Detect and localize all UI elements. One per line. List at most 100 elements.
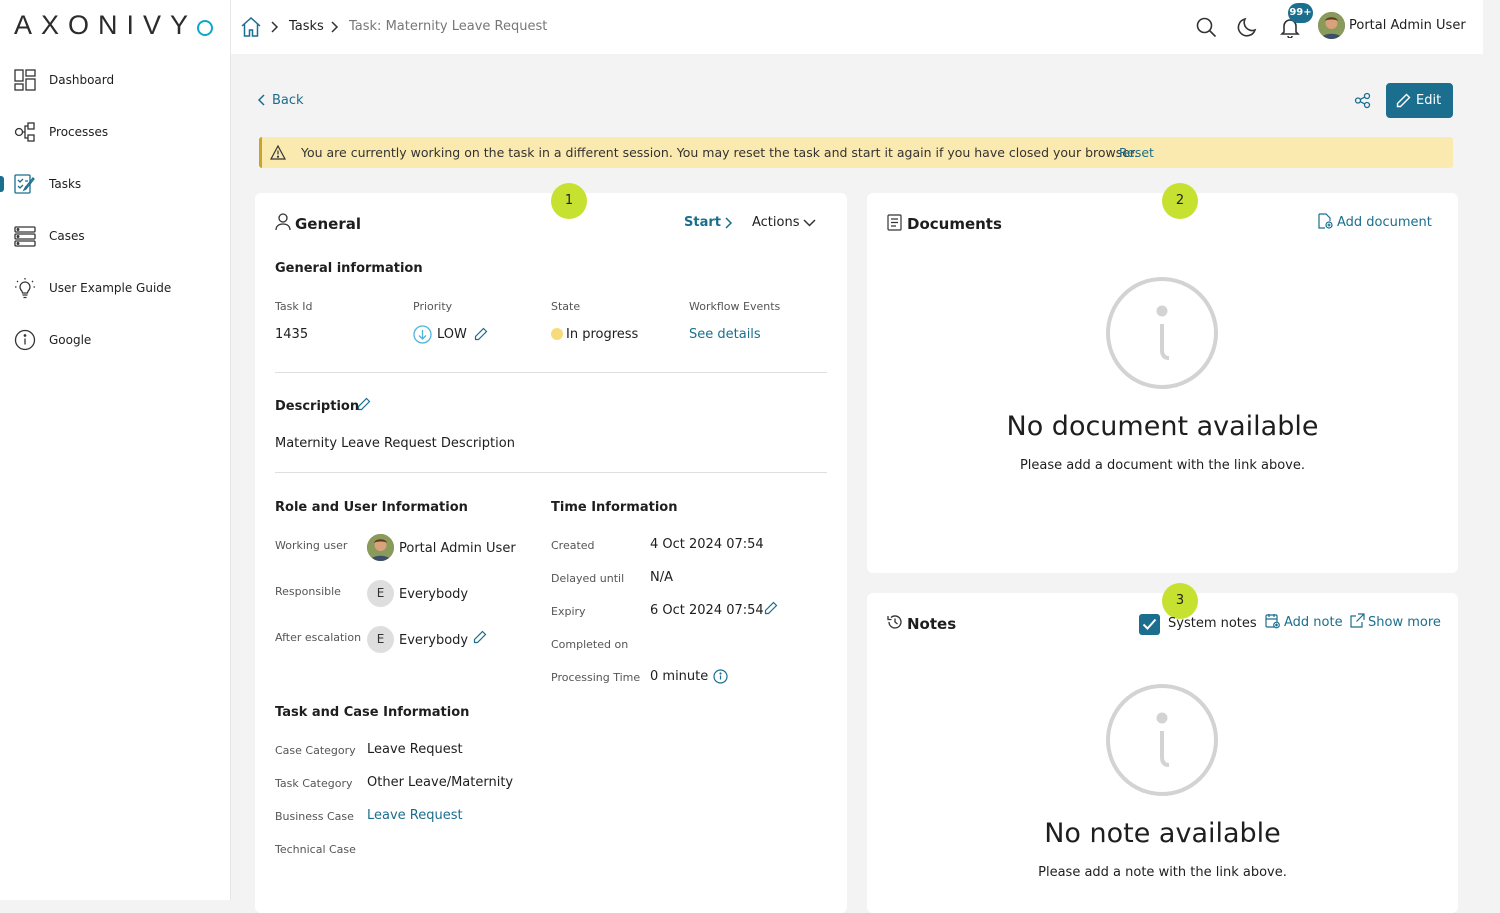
step-marker-2: 2 — [1162, 183, 1198, 219]
expiry-value: 6 Oct 2024 07:54 — [650, 603, 764, 618]
user-name[interactable]: Portal Admin User — [1349, 18, 1466, 33]
pencil-icon[interactable] — [357, 397, 371, 411]
notes-empty-title: No note available — [1044, 818, 1281, 849]
general-title: General — [295, 215, 361, 233]
reset-link[interactable]: Reset — [1119, 145, 1154, 160]
home-icon[interactable] — [240, 16, 262, 38]
task-id-label: Task Id — [275, 300, 313, 313]
share-icon[interactable] — [1354, 92, 1371, 109]
sidebar: AXONIVY Dashboard Processes Tasks Cases … — [0, 0, 231, 900]
sidebar-item-label: Processes — [49, 125, 109, 139]
info-icon — [1106, 277, 1218, 389]
priority-value: LOW — [437, 327, 467, 342]
chevron-down-icon[interactable] — [802, 218, 817, 228]
info-icon — [14, 329, 36, 351]
sidebar-item-user-example-guide[interactable]: User Example Guide — [0, 268, 230, 308]
notes-empty-subtitle: Please add a note with the link above. — [1038, 865, 1287, 880]
business-case-label: Business Case — [275, 810, 354, 823]
add-document-icon — [1318, 213, 1333, 229]
dashboard-icon — [14, 69, 36, 91]
actions-button[interactable]: Actions — [752, 215, 800, 230]
back-button[interactable]: Back — [272, 93, 304, 108]
task-category-value: Other Leave/Maternity — [367, 775, 514, 790]
responsible-avatar: E — [367, 580, 394, 607]
sidebar-item-cases[interactable]: Cases — [0, 216, 230, 256]
search-icon[interactable] — [1195, 16, 1217, 38]
task-category-label: Task Category — [275, 777, 353, 790]
description-text: Maternity Leave Request Description — [275, 436, 515, 451]
divider — [275, 372, 827, 373]
add-note-link[interactable]: Add note — [1284, 615, 1343, 630]
sidebar-item-processes[interactable]: Processes — [0, 112, 230, 152]
documents-title: Documents — [907, 215, 1002, 233]
pencil-icon[interactable] — [764, 601, 778, 615]
priority-low-icon — [413, 325, 432, 344]
state-dot-icon — [551, 328, 563, 340]
sidebar-item-label: Google — [49, 333, 92, 347]
priority-label: Priority — [413, 300, 453, 313]
chevron-left-icon — [257, 94, 265, 106]
sidebar-item-dashboard[interactable]: Dashboard — [0, 60, 230, 100]
edit-button[interactable]: Edit — [1386, 83, 1453, 118]
pencil-icon[interactable] — [474, 327, 488, 341]
chevron-right-icon — [331, 21, 339, 33]
add-document-link[interactable]: Add document — [1337, 215, 1432, 230]
check-icon — [1142, 618, 1157, 630]
show-more-link[interactable]: Show more — [1368, 615, 1441, 630]
history-icon — [887, 615, 902, 629]
breadcrumb-tasks[interactable]: Tasks — [289, 19, 324, 34]
external-link-icon — [1350, 613, 1365, 628]
info-icon[interactable] — [713, 669, 728, 684]
system-notes-label[interactable]: System notes — [1168, 616, 1257, 631]
info-icon — [1106, 684, 1218, 796]
working-user-value: Portal Admin User — [399, 541, 516, 556]
completed-on-label: Completed on — [551, 638, 629, 651]
warning-banner: You are currently working on the task in… — [259, 137, 1453, 168]
working-user-label: Working user — [275, 539, 348, 552]
task-case-information-title: Task and Case Information — [275, 705, 470, 720]
menu-toggle-icon[interactable] — [197, 20, 213, 36]
add-note-icon — [1265, 614, 1280, 629]
documents-empty-subtitle: Please add a document with the link abov… — [1019, 458, 1306, 473]
pencil-icon[interactable] — [473, 630, 487, 644]
responsible-label: Responsible — [275, 585, 341, 598]
description-title: Description — [275, 399, 360, 414]
created-value: 4 Oct 2024 07:54 — [650, 537, 764, 552]
sidebar-item-google[interactable]: Google — [0, 320, 230, 360]
state-label: State — [551, 300, 581, 313]
breadcrumb-current: Task: Maternity Leave Request — [349, 19, 548, 34]
task-id-value: 1435 — [275, 327, 309, 342]
avatar[interactable] — [1318, 12, 1345, 39]
business-case-link[interactable]: Leave Request — [367, 808, 463, 823]
state-value: In progress — [566, 327, 639, 342]
step-marker-1: 1 — [551, 183, 587, 219]
role-user-title: Role and User Information — [275, 500, 468, 515]
moon-icon[interactable] — [1237, 16, 1259, 38]
document-icon — [887, 214, 902, 231]
sidebar-item-label: Cases — [49, 229, 85, 243]
sidebar-item-label: Tasks — [49, 177, 82, 191]
warning-text: You are currently working on the task in… — [301, 145, 1138, 160]
processes-icon — [14, 122, 35, 142]
responsible-value: Everybody — [399, 587, 469, 602]
notes-title: Notes — [907, 615, 957, 633]
lightbulb-icon — [15, 278, 35, 299]
app-logo: AXONIVY — [14, 10, 198, 40]
delayed-until-value: N/A — [650, 570, 673, 585]
user-icon — [275, 213, 291, 231]
workflow-events-label: Workflow Events — [689, 300, 781, 313]
case-category-label: Case Category — [275, 744, 356, 757]
time-information-title: Time Information — [551, 500, 678, 515]
see-details-link[interactable]: See details — [689, 327, 761, 342]
notification-badge: 99+ — [1288, 3, 1313, 23]
start-button[interactable]: Start — [684, 215, 721, 230]
system-notes-checkbox[interactable] — [1139, 614, 1160, 635]
processing-time-label: Processing Time — [551, 671, 641, 684]
created-label: Created — [551, 539, 595, 552]
after-escalation-label: After escalation — [275, 631, 362, 644]
cases-icon — [14, 226, 36, 247]
sidebar-item-tasks[interactable]: Tasks — [0, 164, 230, 204]
pencil-icon — [1396, 93, 1411, 108]
divider — [275, 472, 827, 473]
sidebar-item-label: Dashboard — [49, 73, 115, 87]
